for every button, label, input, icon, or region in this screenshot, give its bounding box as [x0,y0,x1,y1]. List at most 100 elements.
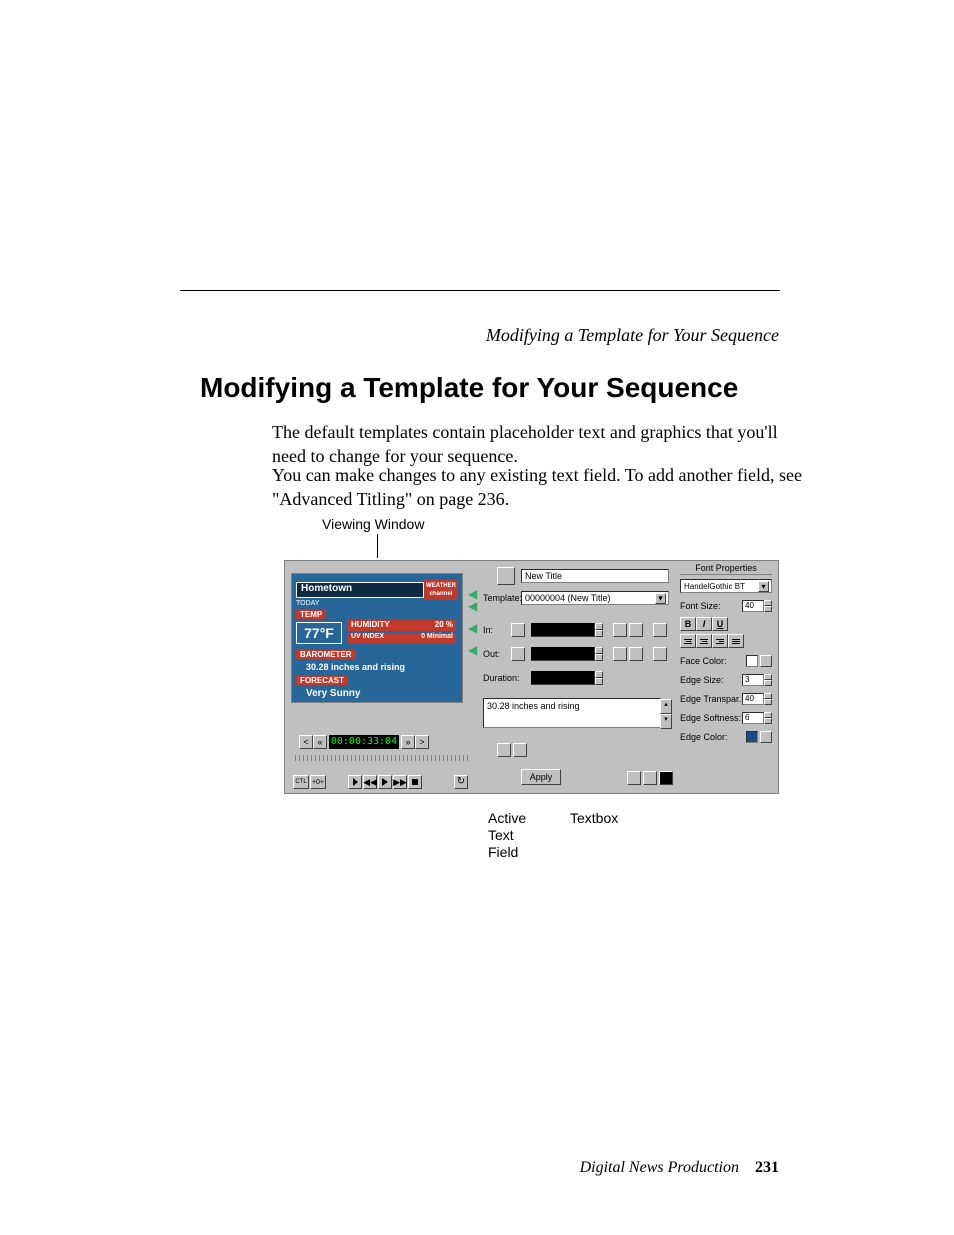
bottom-right-buttons [627,771,673,785]
edge-trans-label: Edge Transpar. [680,694,741,704]
title-name-input[interactable] [521,569,669,583]
running-head: Modifying a Template for Your Sequence [486,325,779,346]
step-back-button[interactable]: < [299,735,313,749]
mark-out-button[interactable] [511,647,525,661]
callout-textbox: Textbox [570,810,618,826]
in-timecode-field[interactable] [531,623,595,637]
forecast-label: FORECAST [296,676,348,685]
align-left-button[interactable] [680,634,696,648]
forecast-value: Very Sunny [306,688,360,699]
timecode-display: 00:00:33:04 [329,735,399,749]
textbox-scrollbar[interactable]: ▴▾ [660,699,672,729]
in-opt2-button[interactable] [629,623,643,637]
temp-label: TEMP [296,610,326,619]
out-opt2-button[interactable] [629,647,643,661]
in-opt3-button[interactable] [653,623,667,637]
out-opt3-button[interactable] [653,647,667,661]
underline-button[interactable]: U [712,617,728,631]
face-color-picker-button[interactable] [760,655,772,667]
body-para-2: You can make changes to any existing tex… [272,463,812,512]
chevron-down-icon: ▾ [758,581,769,592]
in-label: In: [483,625,493,635]
template-select[interactable]: 00000004 (New Title)▾ [521,591,669,605]
duration-spinner[interactable] [595,671,603,685]
font-size-label: Font Size: [680,601,721,611]
ctl-button[interactable]: CTL [293,775,309,789]
edge-trans-spinner[interactable] [764,693,772,705]
shuttle-button[interactable]: +0+ [310,775,326,789]
rewind-button[interactable]: ◀◀ [363,775,377,789]
edge-size-input[interactable]: 3 [742,674,764,686]
temp-value: 77°F [296,622,342,644]
chevron-down-icon: ▾ [655,593,666,604]
safe-area-button[interactable] [627,771,641,785]
active-text-field[interactable]: 30.28 inches and rising ▴▾ [483,698,661,728]
weather-logo: WEATHER channel [424,580,458,600]
marker-dot-icon: ◀ [468,599,477,613]
out-timecode-field[interactable] [531,647,595,661]
style-buttons: B I U [680,617,772,631]
rewind-button[interactable]: « [313,735,327,749]
edge-soft-spinner[interactable] [764,712,772,724]
marker-dot-icon: ◀ [468,643,477,657]
bold-button[interactable]: B [680,617,696,631]
body-para-1: The default templates contain placeholde… [272,420,812,469]
font-size-spinner[interactable] [764,600,772,612]
out-spinner[interactable] [595,647,603,661]
edge-trans-input[interactable]: 40 [742,693,764,705]
edge-color-picker-button[interactable] [760,731,772,743]
barometer-value: 30.28 inches and rising [306,662,405,672]
in-spinner[interactable] [595,623,603,637]
in-opt1-button[interactable] [613,623,627,637]
duration-field[interactable] [531,671,595,685]
edge-size-label: Edge Size: [680,675,724,685]
ff-button[interactable]: ▶▶ [393,775,407,789]
italic-button[interactable]: I [696,617,712,631]
timecode-controls: < « 00:00:33:04 » > [299,735,429,749]
mark-in-button[interactable] [511,623,525,637]
transport-controls: CTL +0+ ◀◀ ▶▶ [293,775,422,789]
rule [180,290,780,291]
text-tool-button[interactable] [513,743,527,757]
out-label: Out: [483,649,500,659]
play-button[interactable] [378,775,392,789]
callout-viewing-window: Viewing Window [322,516,424,532]
titler-window: ◀ ◀ ◀ ◀ Hometown WEATHER channel TODAY T… [284,560,779,794]
page-footer: Digital News Production231 [580,1159,779,1177]
marker-dot-icon: ◀ [468,621,477,635]
stop-button[interactable] [408,775,422,789]
page-title: Modifying a Template for Your Sequence [200,372,738,404]
viewer-location: Hometown [296,582,424,598]
font-properties-panel: Font Properties HandelGothic BT▾ Font Si… [680,563,772,787]
apply-button[interactable]: Apply [521,769,561,785]
font-family-select[interactable]: HandelGothic BT▾ [680,579,772,593]
step-fwd-button[interactable]: > [415,735,429,749]
edge-color-swatch[interactable] [746,731,758,743]
title-icon-button[interactable] [497,567,515,585]
grid-button[interactable] [643,771,657,785]
out-opt1-button[interactable] [613,647,627,661]
fastfwd-button[interactable]: » [401,735,415,749]
timeline-ruler[interactable] [295,755,470,761]
loop-button[interactable]: ↻ [454,775,468,789]
edge-size-spinner[interactable] [764,674,772,686]
font-props-heading: Font Properties [680,563,772,575]
viewer-today: TODAY [296,600,319,607]
edge-color-label: Edge Color: [680,732,728,742]
align-buttons [680,634,772,648]
align-justify-button[interactable] [728,634,744,648]
font-size-input[interactable]: 40 [742,600,764,612]
humidity-row: HUMIDITY20 % [348,620,456,631]
face-color-swatch[interactable] [746,655,758,667]
edge-soft-input[interactable]: 6 [742,712,764,724]
align-center-button[interactable] [696,634,712,648]
align-right-button[interactable] [712,634,728,648]
bg-toggle-button[interactable] [659,771,673,785]
color-preset-button[interactable] [497,743,511,757]
play-in-button[interactable] [348,775,362,789]
title-properties-panel: Template: 00000004 (New Title)▾ In: Out:… [481,565,673,789]
viewing-window[interactable]: Hometown WEATHER channel TODAY TEMP 77°F… [291,573,463,703]
callout-active-text-field: Active Text Field [488,810,526,860]
duration-label: Duration: [483,673,520,683]
uv-row: UV INDEX0 Minimal [348,633,456,644]
